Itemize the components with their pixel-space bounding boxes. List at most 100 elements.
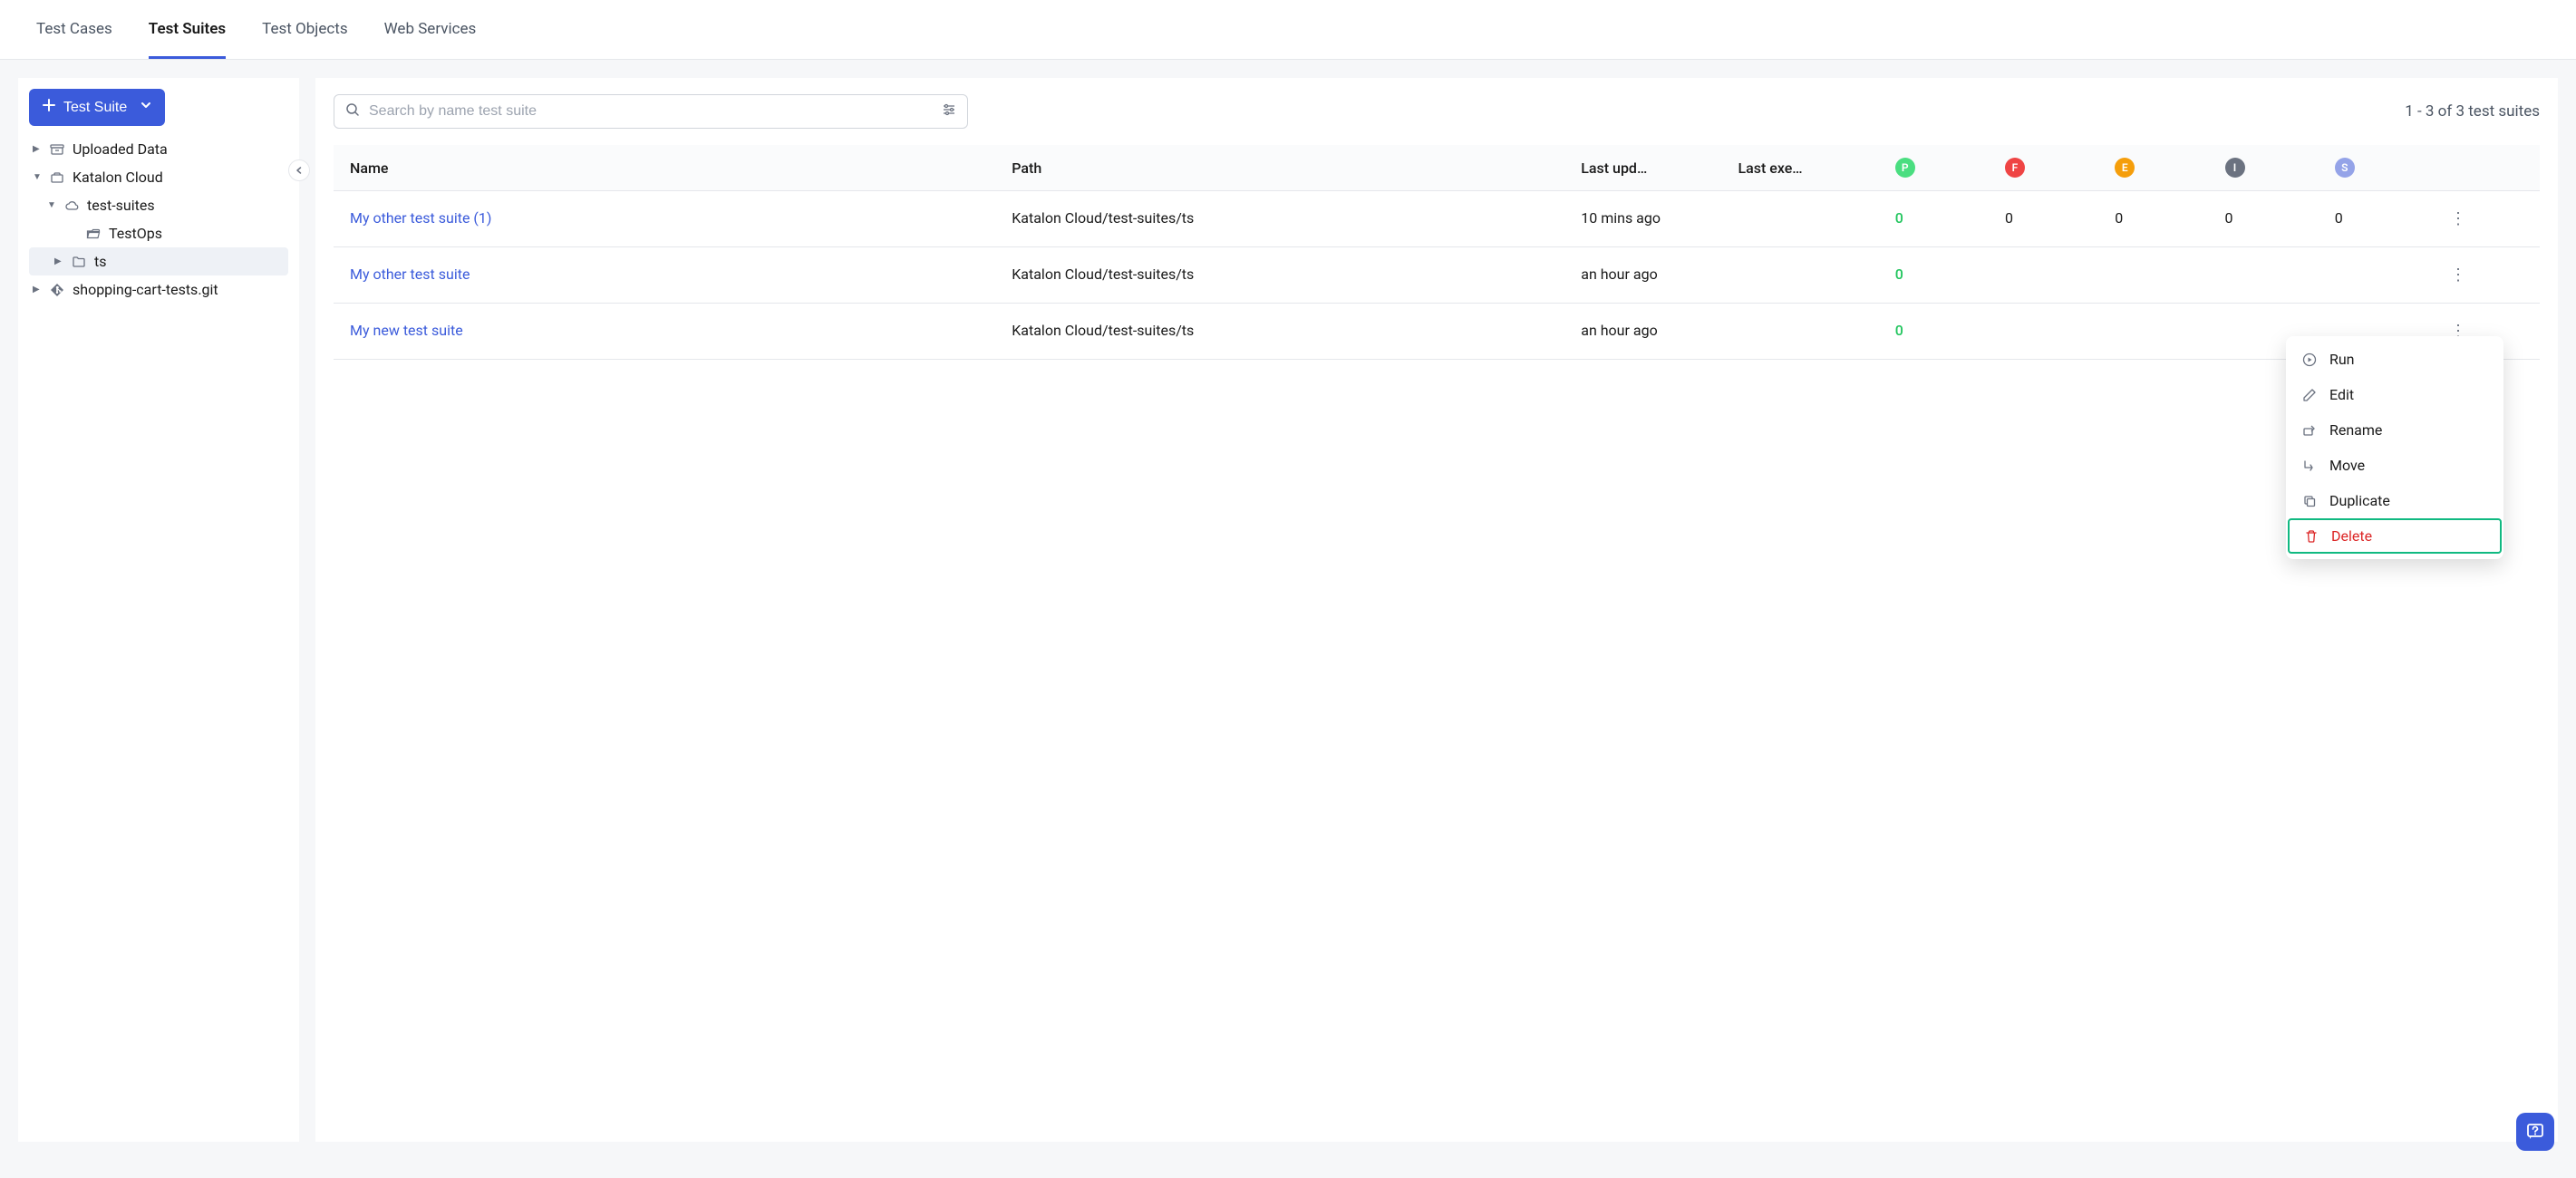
folder-open-icon (85, 226, 102, 242)
cell-error (2104, 304, 2213, 360)
col-actions (2434, 145, 2540, 191)
cell-last-exe (1727, 191, 1884, 247)
menu-label: Move (2329, 457, 2365, 474)
col-path[interactable]: Path (1001, 145, 1570, 191)
tree-item-katalon-cloud[interactable]: ▼ Katalon Cloud (29, 163, 288, 191)
row-menu-button[interactable]: ⋮ (2445, 264, 2472, 286)
tree-item-uploaded-data[interactable]: ▶ Uploaded Data (29, 135, 288, 163)
duplicate-icon (2302, 494, 2319, 508)
cell-last-upd: 10 mins ago (1570, 191, 1727, 247)
cell-failed (1994, 247, 2104, 304)
error-icon: E (2115, 158, 2135, 178)
col-skipped[interactable]: S (2324, 145, 2434, 191)
col-failed[interactable]: F (1994, 145, 2104, 191)
tree-item-test-suites[interactable]: ▼ test-suites (29, 191, 288, 219)
tree-item-ts[interactable]: ▶ ts (29, 247, 288, 275)
new-test-suite-button[interactable]: Test Suite (29, 89, 165, 126)
menu-label: Delete (2331, 527, 2372, 545)
menu-label: Duplicate (2329, 492, 2390, 509)
incomplete-icon: I (2225, 158, 2245, 178)
move-icon (2302, 459, 2319, 473)
table-row: My new test suite Katalon Cloud/test-sui… (334, 304, 2540, 360)
trash-icon (2304, 529, 2320, 544)
col-passed[interactable]: P (1884, 145, 1994, 191)
pencil-icon (2302, 388, 2319, 402)
row-menu-button[interactable]: ⋮ (2445, 208, 2472, 230)
git-icon (49, 282, 65, 298)
suite-link[interactable]: My other test suite (350, 266, 470, 283)
menu-move[interactable]: Move (2286, 448, 2503, 483)
cell-path: Katalon Cloud/test-suites/ts (1001, 304, 1570, 360)
search-input[interactable] (369, 103, 933, 120)
tab-test-objects[interactable]: Test Objects (262, 0, 347, 59)
archive-icon (49, 141, 65, 158)
caret-right-icon: ▶ (33, 285, 42, 294)
suite-link[interactable]: My other test suite (1) (350, 209, 491, 227)
col-incomplete[interactable]: I (2214, 145, 2324, 191)
caret-down-icon: ▼ (47, 200, 56, 210)
tree-label: ts (94, 253, 107, 270)
row-context-menu: Run Edit Rename Move (2286, 336, 2503, 559)
caret-down-icon: ▼ (33, 172, 42, 182)
caret-right-icon: ▶ (33, 144, 42, 154)
cell-failed (1994, 304, 2104, 360)
cell-incomplete: 0 (2214, 191, 2324, 247)
button-label: Test Suite (63, 100, 127, 116)
col-last-upd[interactable]: Last upd… (1570, 145, 1727, 191)
table-row: My other test suite (1) Katalon Cloud/te… (334, 191, 2540, 247)
folder-tree: ▶ Uploaded Data ▼ Katalon Cloud ▼ test-s… (29, 135, 288, 304)
tree-item-shopping-cart[interactable]: ▶ shopping-cart-tests.git (29, 275, 288, 304)
filter-icon[interactable] (942, 102, 956, 121)
menu-rename[interactable]: Rename (2286, 412, 2503, 448)
main-layout: Test Suite ▶ Uploaded Data ▼ Katalon Clo… (0, 60, 2576, 1178)
cell-path: Katalon Cloud/test-suites/ts (1001, 191, 1570, 247)
cell-path: Katalon Cloud/test-suites/ts (1001, 247, 1570, 304)
tab-web-services[interactable]: Web Services (384, 0, 477, 59)
tab-test-cases[interactable]: Test Cases (36, 0, 112, 59)
table-row: My other test suite Katalon Cloud/test-s… (334, 247, 2540, 304)
cell-last-exe (1727, 247, 1884, 304)
skipped-icon: S (2335, 158, 2355, 178)
search-icon (345, 102, 360, 121)
help-button[interactable] (2516, 1113, 2554, 1151)
menu-duplicate[interactable]: Duplicate (2286, 483, 2503, 518)
toolbar: 1 - 3 of 3 test suites (334, 94, 2540, 129)
tree-label: Katalon Cloud (73, 169, 163, 186)
menu-label: Run (2329, 351, 2355, 368)
caret-right-icon: ▶ (54, 256, 63, 266)
sidebar-collapse-button[interactable] (288, 159, 310, 181)
cell-incomplete (2214, 247, 2324, 304)
tree-label: shopping-cart-tests.git (73, 281, 218, 298)
search-box[interactable] (334, 94, 968, 129)
cell-passed: 0 (1895, 322, 1903, 339)
cell-failed: 0 (1994, 191, 2104, 247)
cell-skipped (2324, 247, 2434, 304)
test-suites-table: Name Path Last upd… Last exe… P F E I S … (334, 145, 2540, 360)
tree-item-testops[interactable]: TestOps (29, 219, 288, 247)
chevron-down-icon (140, 99, 152, 116)
cell-error: 0 (2104, 191, 2213, 247)
tab-test-suites[interactable]: Test Suites (149, 0, 226, 59)
cell-last-exe (1727, 304, 1884, 360)
menu-edit[interactable]: Edit (2286, 377, 2503, 412)
play-icon (2302, 352, 2319, 367)
menu-label: Edit (2329, 386, 2354, 403)
col-error[interactable]: E (2104, 145, 2213, 191)
sidebar: Test Suite ▶ Uploaded Data ▼ Katalon Clo… (18, 78, 299, 1142)
menu-run[interactable]: Run (2286, 342, 2503, 377)
tree-label: Uploaded Data (73, 140, 168, 158)
cell-skipped: 0 (2324, 191, 2434, 247)
passed-icon: P (1895, 158, 1915, 178)
col-name[interactable]: Name (334, 145, 1001, 191)
content-panel: 1 - 3 of 3 test suites Name Path Last up… (315, 78, 2558, 1142)
suite-link[interactable]: My new test suite (350, 322, 463, 339)
briefcase-icon (49, 169, 65, 186)
tree-label: test-suites (87, 197, 155, 214)
cell-error (2104, 247, 2213, 304)
col-last-exe[interactable]: Last exe… (1727, 145, 1884, 191)
top-tabs: Test Cases Test Suites Test Objects Web … (0, 0, 2576, 60)
cloud-icon (63, 198, 80, 214)
menu-delete[interactable]: Delete (2288, 518, 2502, 554)
result-count: 1 - 3 of 3 test suites (2405, 102, 2540, 121)
cell-last-upd: an hour ago (1570, 304, 1727, 360)
